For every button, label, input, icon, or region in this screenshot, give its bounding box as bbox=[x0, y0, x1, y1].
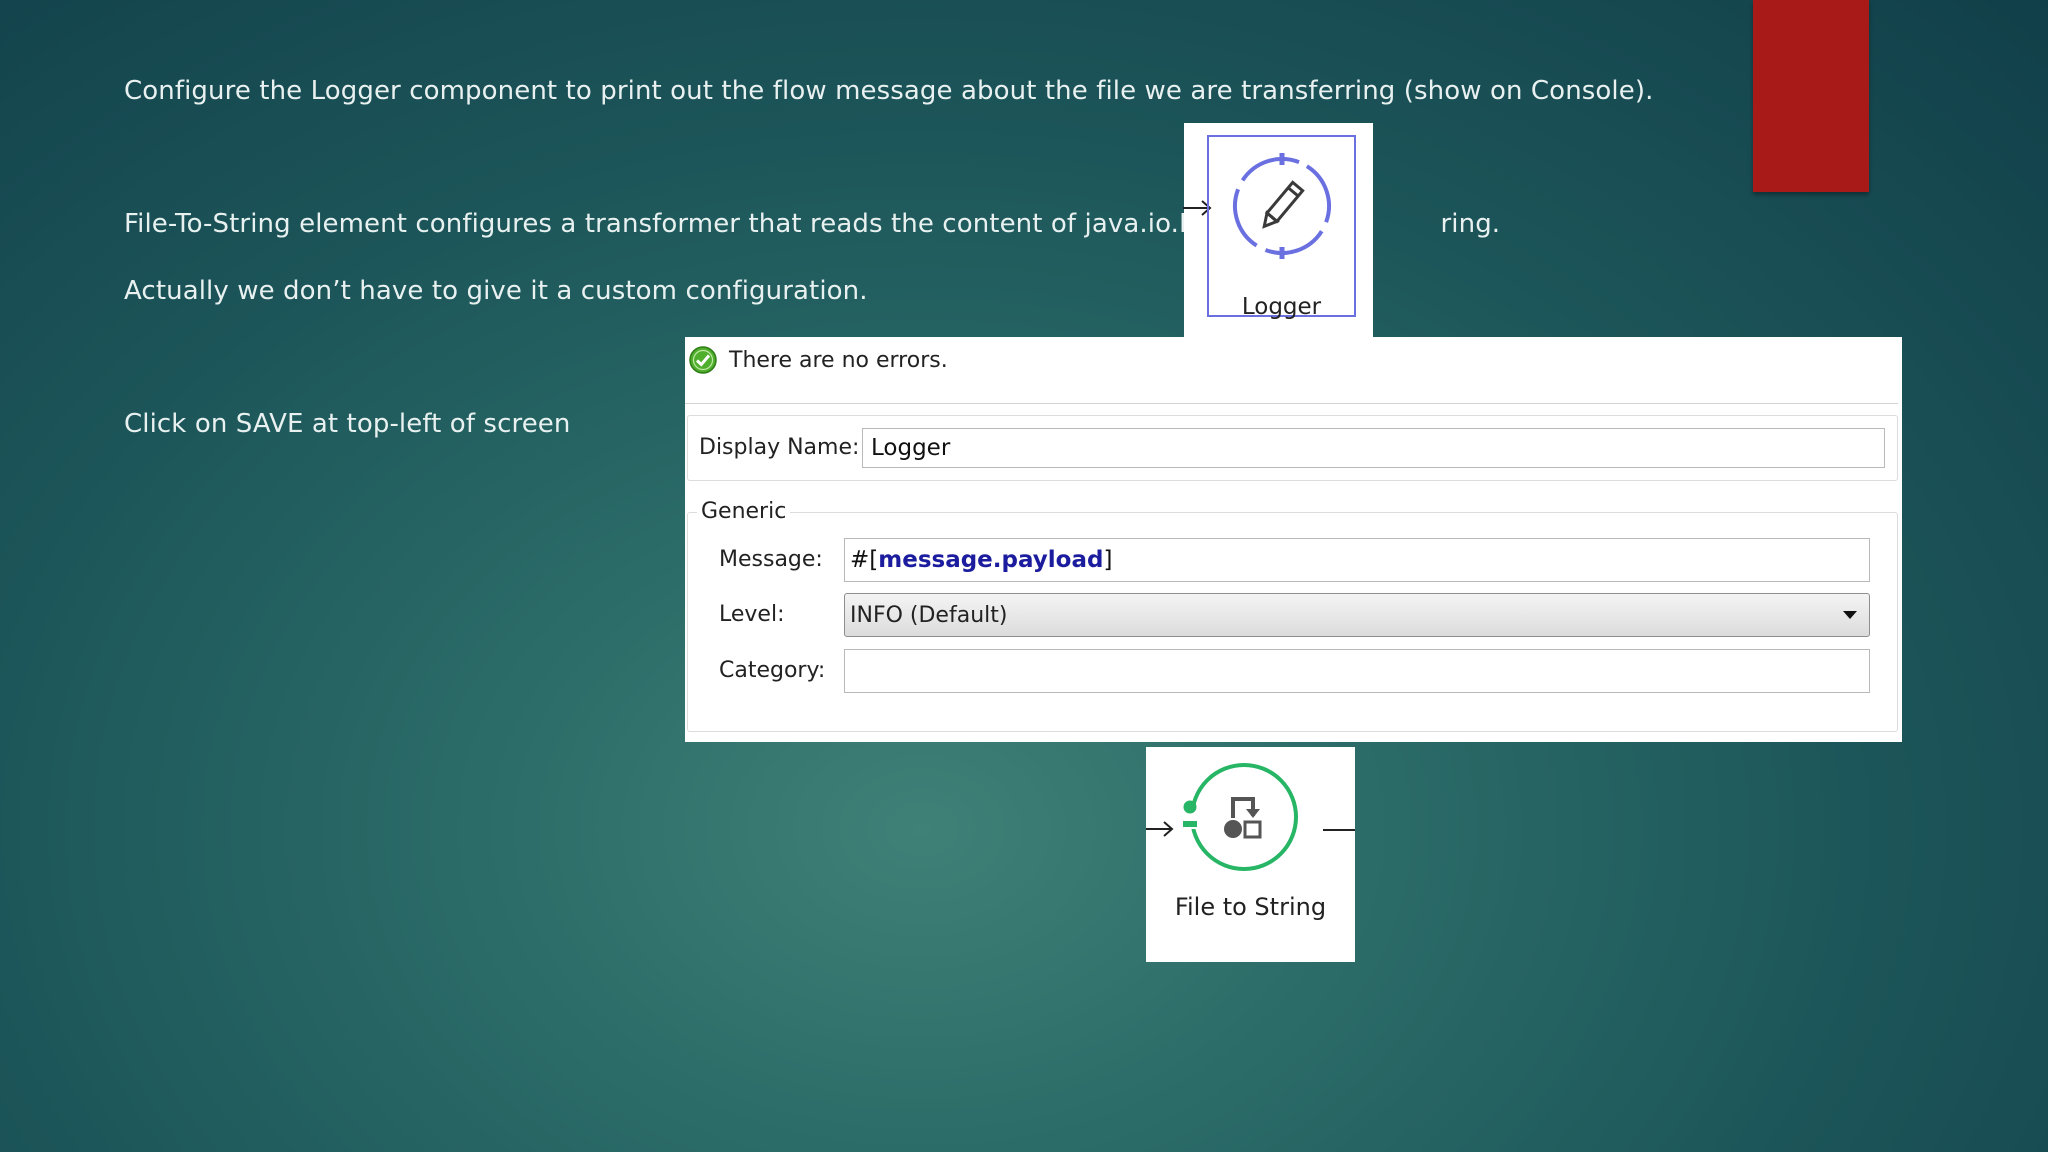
message-field[interactable]: #[message.payload] bbox=[844, 538, 1870, 582]
display-name-label: Display Name: bbox=[699, 435, 860, 460]
category-field[interactable] bbox=[844, 649, 1870, 693]
chevron-down-icon bbox=[1843, 611, 1857, 619]
flow-arrow-icon bbox=[1146, 821, 1174, 837]
instruction-no-config: Actually we don’t have to give it a cust… bbox=[124, 276, 868, 306]
generic-group-legend: Generic bbox=[697, 499, 791, 524]
instruction-click-save: Click on SAVE at top-left of screen bbox=[124, 409, 571, 439]
logger-node[interactable]: Logger bbox=[1183, 123, 1373, 337]
display-name-field[interactable]: Logger bbox=[862, 428, 1885, 468]
message-label: Message: bbox=[719, 547, 823, 572]
level-label: Level: bbox=[719, 602, 785, 627]
validation-status-text: There are no errors. bbox=[729, 347, 948, 373]
logger-selection-frame: Logger bbox=[1207, 135, 1356, 320]
slide-accent-bar bbox=[1753, 0, 1869, 192]
file-to-string-node[interactable]: File to String bbox=[1146, 747, 1355, 962]
expression-close: ] bbox=[1103, 547, 1113, 573]
divider bbox=[685, 403, 1898, 404]
pencil-icon bbox=[1233, 153, 1331, 259]
logger-properties-panel: There are no errors. Display Name: Logge… bbox=[685, 337, 1902, 742]
instruction-configure-logger: Configure the Logger component to print … bbox=[124, 76, 1654, 106]
instruction-file-to-string-part1: File-To-String element configures a tran… bbox=[124, 209, 1266, 239]
expression-open: #[ bbox=[850, 547, 879, 573]
instruction-file-to-string-part2: ring. bbox=[1440, 209, 1501, 239]
display-name-group: Display Name: Logger bbox=[687, 415, 1898, 481]
transformer-icon bbox=[1182, 763, 1298, 871]
check-circle-icon bbox=[689, 346, 717, 374]
expression-body: message.payload bbox=[878, 547, 1104, 573]
category-label: Category: bbox=[719, 658, 826, 683]
level-select-value: INFO (Default) bbox=[850, 602, 1008, 628]
file-to-string-node-label: File to String bbox=[1174, 893, 1327, 921]
level-select[interactable]: INFO (Default) bbox=[844, 593, 1870, 637]
flow-connector-line bbox=[1323, 829, 1355, 831]
validation-status: There are no errors. bbox=[689, 345, 948, 375]
logger-node-label: Logger bbox=[1241, 294, 1322, 320]
